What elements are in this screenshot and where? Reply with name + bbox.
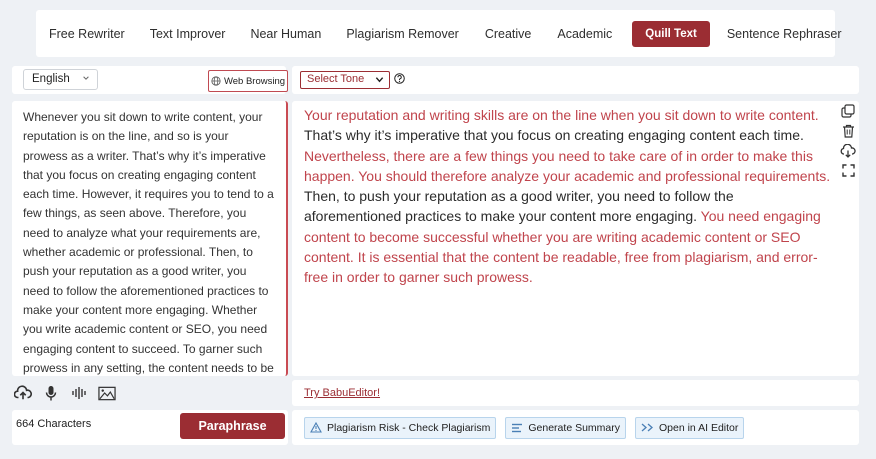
tab-sentence-rephraser[interactable]: Sentence Rephraser — [727, 27, 842, 41]
tone-select[interactable]: Select Tone — [300, 71, 390, 89]
tab-creative[interactable]: Creative — [485, 27, 532, 41]
tab-academic[interactable]: Academic — [557, 27, 612, 41]
globe-icon — [211, 76, 221, 86]
output-toolbar: Select Tone — [292, 66, 859, 94]
image-icon[interactable] — [98, 384, 116, 402]
open-ai-editor-label: Open in AI Editor — [659, 421, 739, 434]
audio-wave-icon[interactable] — [70, 384, 88, 402]
output-panel: Your reputation and writing skills are o… — [292, 101, 859, 376]
trash-icon[interactable] — [842, 124, 855, 138]
help-icon[interactable] — [394, 73, 405, 84]
generate-summary-label: Generate Summary — [528, 421, 620, 434]
input-tools — [12, 380, 287, 406]
warning-icon — [310, 422, 322, 433]
open-ai-editor-button[interactable]: Open in AI Editor — [635, 416, 745, 439]
character-count: 664 Characters — [16, 418, 92, 430]
fullscreen-icon[interactable] — [841, 164, 855, 177]
tab-near-human[interactable]: Near Human — [250, 27, 321, 41]
web-browsing-button[interactable]: Web Browsing — [208, 70, 288, 92]
ai-editor-icon — [641, 423, 653, 432]
try-babueditor-link[interactable]: Try BabuEditor! — [304, 387, 380, 399]
microphone-icon[interactable] — [42, 384, 60, 402]
output-text[interactable]: Your reputation and writing skills are o… — [292, 101, 859, 288]
mode-tabs: Free Rewriter Text Improver Near Human P… — [36, 10, 841, 57]
upload-cloud-icon[interactable] — [14, 384, 32, 402]
input-toolbar: English Web Browsing — [12, 66, 288, 94]
paraphrase-button[interactable]: Paraphrase — [180, 413, 285, 439]
tab-free-rewriter[interactable]: Free Rewriter — [49, 27, 125, 41]
tone-label: Select Tone — [307, 73, 365, 85]
unchanged-segment: Then, to push your reputation as a good … — [304, 188, 734, 225]
check-plagiarism-label: Plagiarism Risk - Check Plagiarism — [327, 421, 491, 434]
tab-quill-text[interactable]: Quill Text — [632, 20, 710, 47]
chevron-down-icon — [375, 77, 384, 83]
unchanged-segment: That’s why it’s imperative that you focu… — [304, 127, 804, 144]
try-editor-row: Try BabuEditor! — [292, 380, 859, 406]
check-plagiarism-button[interactable]: Plagiarism Risk - Check Plagiarism — [304, 416, 497, 439]
tab-text-improver[interactable]: Text Improver — [150, 27, 226, 41]
input-textarea[interactable]: Whenever you sit down to write content, … — [12, 101, 288, 376]
generate-summary-button[interactable]: Generate Summary — [505, 416, 626, 439]
web-browsing-label: Web Browsing — [223, 75, 286, 87]
download-cloud-icon[interactable] — [840, 144, 856, 158]
chevron-down-icon — [83, 76, 89, 80]
input-text: Whenever you sit down to write content, … — [23, 110, 274, 375]
language-select[interactable]: English — [23, 69, 98, 90]
tab-plagiarism-remover[interactable]: Plagiarism Remover — [346, 27, 459, 41]
summary-icon — [512, 423, 523, 432]
language-value: English — [32, 73, 70, 85]
output-side-tools — [839, 104, 857, 177]
input-footer: 664 Characters Paraphrase — [12, 410, 288, 445]
copy-icon[interactable] — [841, 104, 855, 118]
changed-segment: Your reputation and writing skills are o… — [304, 107, 819, 123]
changed-segment: Nevertheless, there are a few things you… — [304, 147, 831, 184]
output-actions: Plagiarism Risk - Check Plagiarism Gener… — [292, 410, 859, 445]
